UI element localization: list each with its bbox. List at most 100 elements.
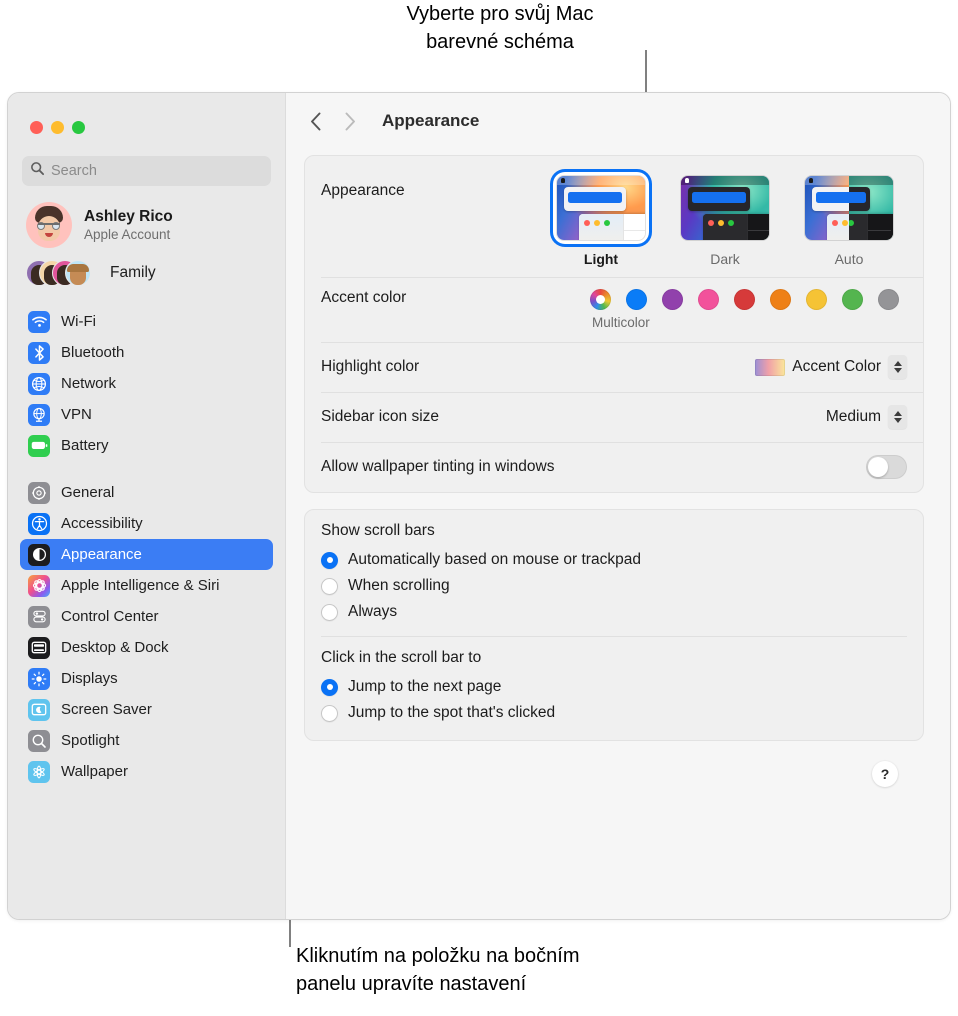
close-button[interactable] [30,121,43,134]
search-container: Search [8,134,285,186]
sidebar-item-label: Desktop & Dock [61,639,169,656]
sidebar-item-label: Network [61,375,117,392]
accent-swatch-blue[interactable] [626,289,647,310]
traffic-lights [8,93,285,134]
sidebar-group-system: General Accessibility Appearance Apple I… [20,477,273,787]
accent-swatch-purple[interactable] [662,289,683,310]
callout-top-text: Vyberte pro svůj Mac barevné schéma [406,3,594,53]
appearance-label: Appearance [321,182,405,199]
sidebar-item-apple-intelligence-siri[interactable]: Apple Intelligence & Siri [20,570,273,601]
accent-swatch-orange[interactable] [770,289,791,310]
page-title: Appearance [382,111,480,130]
radio-label: Automatically based on mouse or trackpad [348,551,641,568]
appearance-option-auto[interactable]: Auto [801,172,897,267]
sidebar-item-label: Displays [61,670,118,687]
dark-thumbnail[interactable] [677,172,773,244]
sidebar-item-label: Accessibility [61,515,143,532]
appearance-option-dark[interactable]: Dark [677,172,773,267]
search-input[interactable]: Search [22,156,271,186]
toolbar: Appearance [286,93,950,149]
accent-swatch-yellow[interactable] [806,289,827,310]
show-scroll-bars-heading: Show scroll bars [321,522,435,539]
desktop-dock-icon [28,636,50,659]
scroll-bars-option-automatic[interactable]: Automatically based on mouse or trackpad [321,547,907,573]
zoom-button[interactable] [72,121,85,134]
highlight-color-popup[interactable]: Accent Color [755,355,907,379]
light-thumbnail[interactable] [553,172,649,244]
account-name: Ashley Rico [84,208,173,225]
avatar [26,202,72,248]
sidebar-item-battery[interactable]: Battery [20,430,273,461]
accent-swatch-red[interactable] [734,289,755,310]
back-chevron-icon[interactable] [300,105,332,137]
wallpaper-tinting-label: Allow wallpaper tinting in windows [321,458,555,475]
accent-swatch-green[interactable] [842,289,863,310]
apple-account-item[interactable]: Ashley Rico Apple Account [8,186,285,248]
sidebar-item-label: Battery [61,437,109,454]
globe-icon [28,372,50,395]
scroll-click-option-spot-clicked[interactable]: Jump to the spot that's clicked [321,700,907,726]
wallpaper-tinting-toggle[interactable] [866,455,907,479]
chevron-updown-icon[interactable] [888,355,907,379]
sidebar: Search Ashley Rico Apple Account Family … [8,93,286,919]
sidebar-item-spotlight[interactable]: Spotlight [20,725,273,756]
forward-chevron-icon[interactable] [334,105,366,137]
scroll-bars-option-when-scrolling[interactable]: When scrolling [321,573,907,599]
radio-button[interactable] [321,603,338,621]
sidebar-item-general[interactable]: General [20,477,273,508]
sidebar-item-label: Bluetooth [61,344,125,361]
sidebar-item-desktop-dock[interactable]: Desktop & Dock [20,632,273,663]
account-subtitle: Apple Account [84,227,171,242]
sidebar-item-appearance[interactable]: Appearance [20,539,273,570]
minimize-button[interactable] [51,121,64,134]
highlight-gradient-swatch [755,358,786,376]
accent-swatch-graphite[interactable] [878,289,899,310]
scroll-click-option-next-page[interactable]: Jump to the next page [321,674,907,700]
radio-button[interactable] [321,678,338,696]
sidebar-item-label: Appearance [61,546,142,563]
appearance-option-light[interactable]: Light [553,172,649,267]
sidebar-item-label: Control Center [61,608,159,625]
help-button[interactable]: ? [872,761,898,787]
appearance-row: Appearance Light Dark Auto [305,156,923,277]
accent-swatch-multicolor[interactable] [590,289,611,310]
radio-label: When scrolling [348,577,450,594]
help-container: ? [304,757,924,787]
radio-label: Always [348,603,398,620]
auto-thumbnail[interactable] [801,172,897,244]
page-root: Vyberte pro svůj Mac barevné schéma Klik… [0,0,958,1016]
search-icon [30,161,45,181]
sidebar-icon-size-popup[interactable]: Medium [826,405,907,429]
control-center-icon [28,605,50,628]
radio-button[interactable] [321,551,338,569]
sidebar-item-screen-saver[interactable]: Screen Saver [20,694,273,725]
accent-swatch-pink[interactable] [698,289,719,310]
siri-icon [28,574,50,597]
chevron-updown-icon[interactable] [888,405,907,429]
sidebar-item-accessibility[interactable]: Accessibility [20,508,273,539]
radio-button[interactable] [321,577,338,595]
sidebar-item-label: General [61,484,115,501]
battery-icon [28,434,50,457]
sidebar-item-displays[interactable]: Displays [20,663,273,694]
sidebar-item-label: Screen Saver [61,701,152,718]
radio-button[interactable] [321,704,338,722]
divider [321,636,907,637]
sidebar-icon-size-value: Medium [825,408,881,425]
radio-label: Jump to the next page [348,678,502,695]
appearance-card: Appearance Light Dark Auto Accent color … [304,155,924,493]
sidebar-item-wi-fi[interactable]: Wi-Fi [20,306,273,337]
sidebar-icon-size-row: Sidebar icon size Medium [305,392,923,442]
appearance-option-label: Dark [710,251,740,267]
sidebar-item-bluetooth[interactable]: Bluetooth [20,337,273,368]
sidebar-item-vpn[interactable]: VPN [20,399,273,430]
sidebar-item-family[interactable]: Family [8,248,285,288]
accessibility-icon [28,512,50,535]
sidebar-item-label: Apple Intelligence & Siri [61,577,220,594]
sidebar-item-network[interactable]: Network [20,368,273,399]
vpn-globe-icon [28,403,50,426]
sidebar-item-control-center[interactable]: Control Center [20,601,273,632]
sidebar-item-wallpaper[interactable]: Wallpaper [20,756,273,787]
accent-color-label: Accent color [321,289,407,306]
scroll-bars-option-always[interactable]: Always [321,599,907,625]
